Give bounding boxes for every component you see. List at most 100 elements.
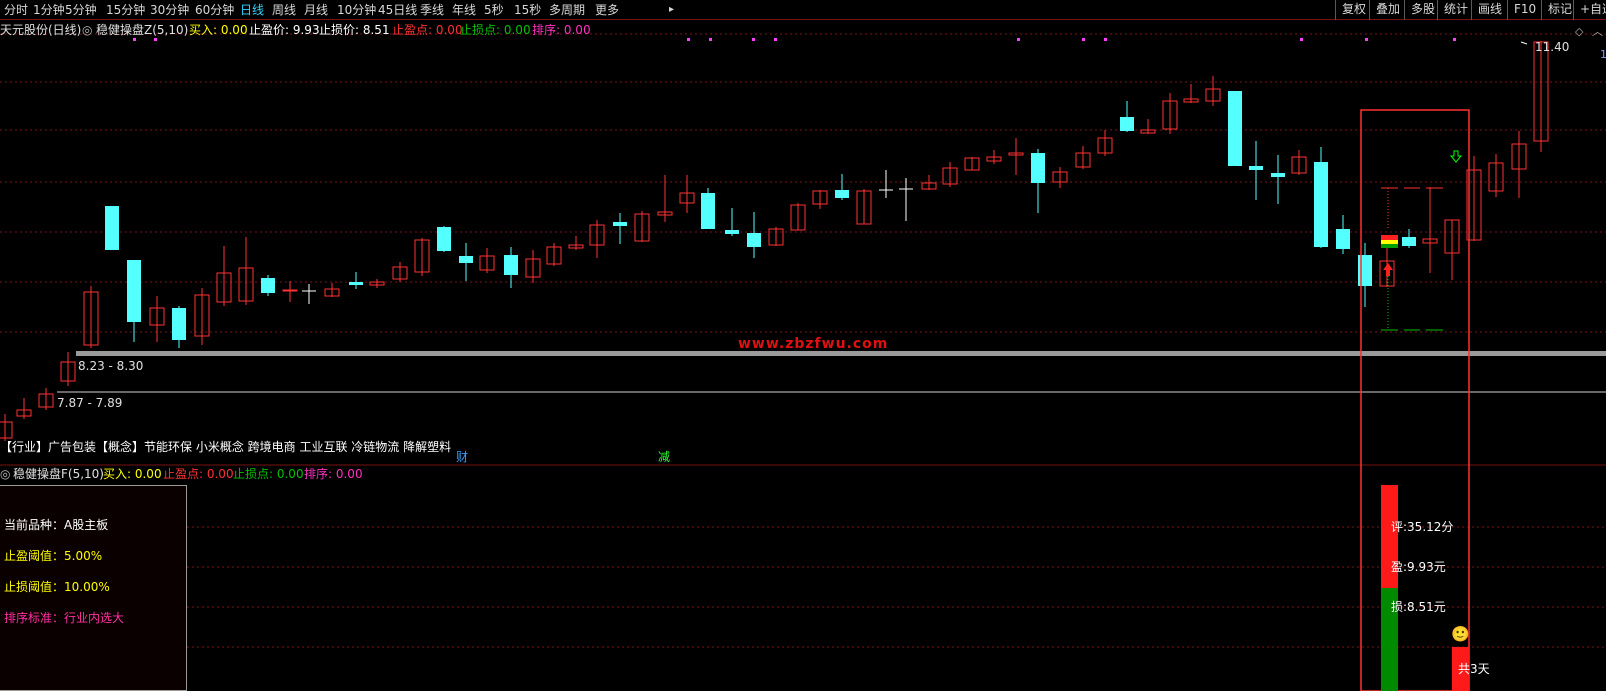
signal-dot xyxy=(1017,38,1020,41)
period-tab-8[interactable]: 月线 xyxy=(304,2,328,18)
signal-dot xyxy=(154,38,157,41)
candle-body xyxy=(1120,117,1134,131)
candle-body xyxy=(172,308,186,340)
industry-concept-tags: 【行业】广告包装【概念】节能环保 小米概念 跨境电商 工业互联 冷链物流 降解塑… xyxy=(0,440,452,454)
candle-body xyxy=(1358,255,1372,286)
gear-icon[interactable]: ◎ xyxy=(82,23,92,37)
candle-body xyxy=(1249,166,1263,170)
candle-body xyxy=(747,233,761,247)
period-tab-1[interactable]: 1分钟 xyxy=(33,2,65,18)
candle-body xyxy=(282,289,298,292)
profit-label: 盈:9.93元 xyxy=(1391,560,1446,574)
signal-dot xyxy=(709,38,712,41)
period-tab-16[interactable]: 更多 xyxy=(595,2,619,18)
toolbar-button-2[interactable]: 多股 xyxy=(1404,0,1441,20)
take-profit-price: 止盈价: 9.93 xyxy=(249,23,320,37)
buy-value: 买入: 0.00 xyxy=(189,23,248,37)
sell-arrow-icon xyxy=(1449,150,1463,163)
candle-body xyxy=(613,222,627,226)
signal-dot xyxy=(1104,38,1107,41)
candle-body xyxy=(1228,91,1242,166)
candle-body xyxy=(1271,173,1285,177)
sub-indicator-name[interactable]: 稳健操盘F(5,10) xyxy=(13,467,104,481)
sub-stop-loss-point: 止损点: 0.00 xyxy=(233,467,304,481)
period-tab-3[interactable]: 15分钟 xyxy=(106,2,145,18)
candle-body xyxy=(437,227,451,251)
buy-signal-mid xyxy=(1381,240,1398,244)
right-scale-label: 1 xyxy=(1600,48,1606,61)
period-tab-14[interactable]: 15秒 xyxy=(514,2,541,18)
candle-body xyxy=(459,256,473,263)
band-lower-label: 7.87 - 7.89 xyxy=(57,396,123,410)
high-pointer xyxy=(1520,41,1528,45)
stock-name: 天元股份(日线) xyxy=(0,23,82,37)
period-tab-10[interactable]: 45日线 xyxy=(378,2,417,18)
period-tab-12[interactable]: 年线 xyxy=(452,2,476,18)
period-tab-4[interactable]: 30分钟 xyxy=(150,2,189,18)
toolbar-button-5[interactable]: F10 xyxy=(1507,0,1542,20)
signal-dot xyxy=(1300,38,1303,41)
candle-body xyxy=(701,193,715,229)
candle-body xyxy=(725,230,739,234)
candle-body xyxy=(261,278,275,293)
score-label: 评:35.12分 xyxy=(1391,520,1454,534)
signal-dot xyxy=(1082,38,1085,41)
candle-body xyxy=(1336,229,1350,249)
period-toolbar: 分时 1分钟 5分钟 15分钟 30分钟 60分钟 日线 周线 月线 10分钟 45日线 季线 年线 5秒… xyxy=(0,0,1606,20)
candle-body xyxy=(349,282,363,285)
candle-body xyxy=(835,190,849,198)
indicator-name[interactable]: 稳健操盘Z(5,10) xyxy=(96,23,188,37)
toolbar-button-7[interactable]: +自选 xyxy=(1573,0,1606,20)
candle-body xyxy=(0,421,13,439)
candle-body xyxy=(105,206,119,250)
period-tab-6[interactable]: 日线 xyxy=(240,2,264,18)
sub-take-profit-point: 止盈点: 0.00 xyxy=(163,467,234,481)
signal-dot xyxy=(133,38,136,41)
buy-signal-top xyxy=(1381,235,1398,240)
signal-dot xyxy=(1453,38,1456,41)
period-tab-7[interactable]: 周线 xyxy=(272,2,296,18)
candle-body xyxy=(1314,162,1328,247)
reduce-marker[interactable]: 减 xyxy=(658,450,670,464)
signal-dot xyxy=(774,38,777,41)
candle-body xyxy=(504,255,518,275)
current-category: 当前品种：A股主板 xyxy=(4,518,109,532)
signal-dot xyxy=(1365,38,1368,41)
more-arrow-icon[interactable]: ▸ xyxy=(669,2,674,18)
buy-signal-bottom xyxy=(1381,244,1398,248)
rank-value: 排序: 0.00 xyxy=(532,23,591,37)
candle-body xyxy=(127,260,141,322)
finance-marker[interactable]: 财 xyxy=(456,450,468,464)
candle-body xyxy=(1031,153,1045,183)
rank-standard: 排序标准：行业内选大 xyxy=(4,611,125,625)
toolbar-button-4[interactable]: 画线 xyxy=(1471,0,1508,20)
period-tab-2[interactable]: 5分钟 xyxy=(65,2,97,18)
sub-rank-value: 排序: 0.00 xyxy=(304,467,363,481)
toolbar-button-1[interactable]: 叠加 xyxy=(1369,0,1406,20)
diamond-icon[interactable]: ◇ xyxy=(1575,25,1583,39)
period-tab-9[interactable]: 10分钟 xyxy=(337,2,376,18)
take-profit-point: 止盈点: 0.00 xyxy=(392,23,463,37)
band-upper-label: 8.23 - 8.30 xyxy=(78,359,144,373)
take-profit-threshold: 止盈阈值：5.00% xyxy=(4,549,103,563)
period-tab-15[interactable]: 多周期 xyxy=(549,2,585,18)
sub-gear-icon[interactable]: ◎ xyxy=(0,467,10,481)
stop-loss-price: 止损价: 8.51 xyxy=(319,23,390,37)
smiley-icon: 🙂 xyxy=(1451,625,1470,643)
signal-dot xyxy=(752,38,755,41)
toolbar-button-0[interactable]: 复权 xyxy=(1335,0,1372,20)
strategy-info-panel: 当前品种：A股主板 止盈阈值：5.00% 止损阈值：10.00% 排序标准：行业… xyxy=(0,485,187,691)
chevron-up-icon[interactable]: ︿ xyxy=(1592,25,1603,39)
stop-loss-point: 止损点: 0.00 xyxy=(460,23,531,37)
days-label: 共3天 xyxy=(1458,662,1490,676)
period-tab-13[interactable]: 5秒 xyxy=(484,2,504,18)
sub-buy-value: 买入: 0.00 xyxy=(103,467,162,481)
period-tab-11[interactable]: 季线 xyxy=(420,2,444,18)
period-tab-5[interactable]: 60分钟 xyxy=(195,2,234,18)
toolbar-button-3[interactable]: 统计 xyxy=(1437,0,1474,20)
watermark: www.zbzfwu.com xyxy=(738,336,889,352)
period-tab-0[interactable]: 分时 xyxy=(4,2,28,18)
high-price-label: 11.40 xyxy=(1535,40,1570,54)
stop-loss-threshold: 止损阈值：10.00% xyxy=(4,580,110,594)
buy-arrow-icon xyxy=(1383,263,1393,276)
